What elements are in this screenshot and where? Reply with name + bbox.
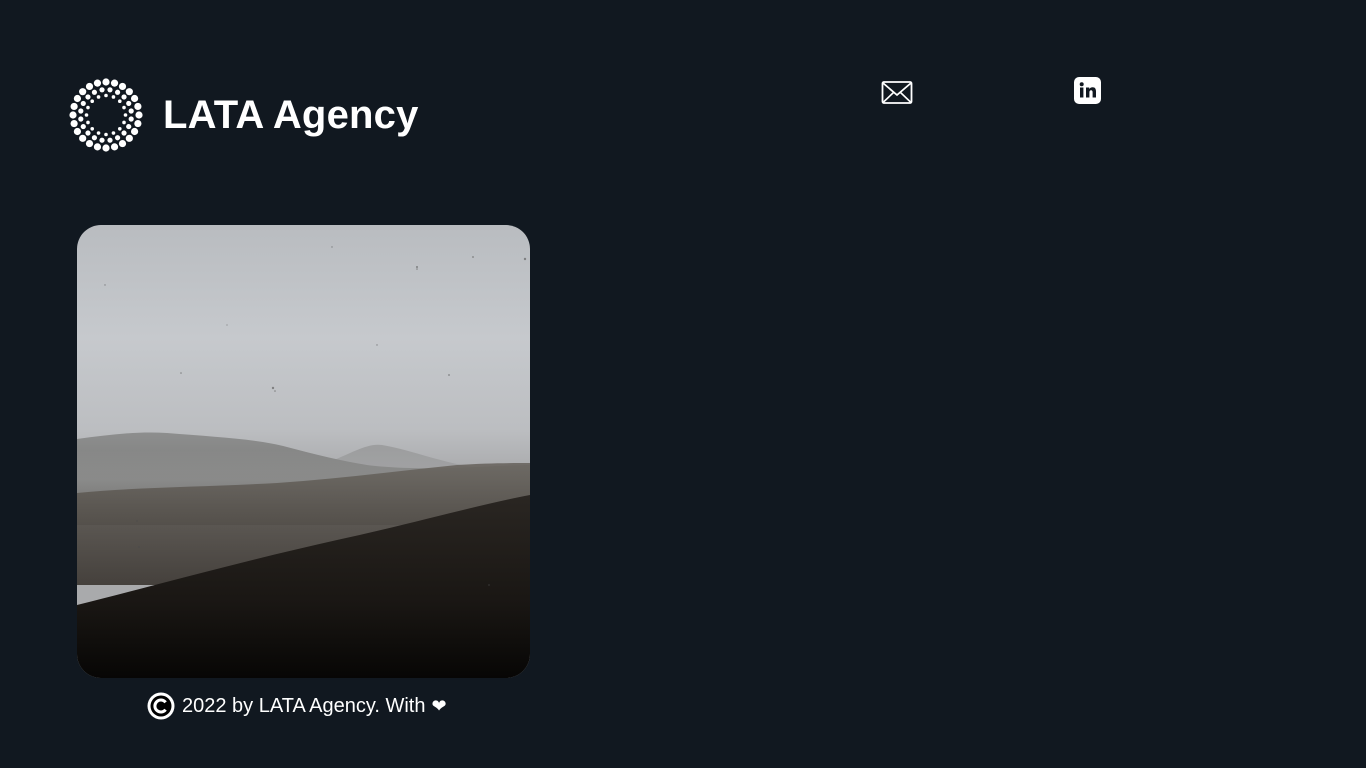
logo-dot xyxy=(126,123,132,130)
logo-dot xyxy=(118,82,127,91)
logo-dot xyxy=(122,105,126,110)
logo-dot xyxy=(122,120,126,125)
logo-dot xyxy=(114,89,121,95)
logo-dot xyxy=(99,137,105,143)
logo-dot xyxy=(90,126,95,131)
logo-dot xyxy=(130,127,139,136)
home-logo-link[interactable]: LATA Agency xyxy=(68,77,419,153)
linkedin-icon xyxy=(1074,77,1101,104)
logo-dot xyxy=(102,144,110,152)
logo-dot xyxy=(125,134,133,142)
logo-dot xyxy=(121,94,127,100)
logo-dot xyxy=(110,143,119,151)
logo-dot xyxy=(79,134,87,142)
logo-dot xyxy=(91,89,98,95)
logo-dot xyxy=(102,78,110,86)
logo-dot xyxy=(126,100,132,107)
logo-dot xyxy=(84,113,89,117)
footer: 2022 by LATA Agency. With ❤ xyxy=(147,692,447,720)
logo-dot xyxy=(90,99,95,104)
logo-dot xyxy=(121,130,127,136)
email-link[interactable] xyxy=(881,80,913,106)
misty-hills-landscape-image xyxy=(77,225,530,678)
logo-dot xyxy=(114,135,121,141)
logo-dot xyxy=(85,82,94,91)
logo-dot xyxy=(128,116,134,122)
logo-dot xyxy=(107,137,113,143)
linkedin-link[interactable] xyxy=(1074,77,1101,104)
logo-dot xyxy=(93,79,102,87)
logo-dot xyxy=(117,99,122,104)
logo-dot xyxy=(91,135,98,141)
envelope-icon xyxy=(881,81,913,104)
logo-dot xyxy=(128,108,134,114)
dotted-sunburst-logo-icon xyxy=(69,78,143,152)
brand-name: LATA Agency xyxy=(163,93,419,137)
logo-dot xyxy=(107,87,113,93)
logo-dot xyxy=(73,127,82,136)
logo-dot xyxy=(79,88,87,96)
logo-dot xyxy=(70,102,78,111)
logo-dot xyxy=(69,111,77,119)
heart-icon: ❤ xyxy=(431,695,447,717)
logo-dot xyxy=(70,119,78,128)
logo-dot xyxy=(78,108,84,114)
logo-dot xyxy=(125,88,133,96)
logo-dot xyxy=(111,95,116,99)
logo-dot xyxy=(85,139,94,148)
logo-dot xyxy=(85,130,91,136)
logo-dot xyxy=(96,95,101,99)
logo-dot xyxy=(134,102,142,111)
logo-dot xyxy=(93,143,102,151)
logo-dot xyxy=(80,123,86,130)
logo-dot xyxy=(99,87,105,93)
logo-dot xyxy=(80,100,86,107)
logo-dot xyxy=(135,111,143,119)
logo-dot xyxy=(86,105,90,110)
logo-dot xyxy=(134,119,142,128)
logo-dot xyxy=(130,94,139,103)
hero-image xyxy=(77,225,530,678)
logo-dot xyxy=(118,139,127,148)
logo-dot xyxy=(117,126,122,131)
logo-dot xyxy=(104,93,108,98)
logo-dot xyxy=(86,120,90,125)
logo-dot xyxy=(110,79,119,87)
copyright-icon xyxy=(147,692,175,720)
logo-dot xyxy=(78,116,84,122)
page: LATA Agency 2022 by LATA Agency. With ❤ xyxy=(0,0,1366,768)
logo-dot xyxy=(123,113,128,117)
footer-text: 2022 by LATA Agency. With xyxy=(182,694,426,717)
logo-dot xyxy=(111,131,116,135)
logo-dot xyxy=(85,94,91,100)
logo-dot xyxy=(96,131,101,135)
logo-dot xyxy=(73,94,82,103)
logo-dot xyxy=(104,132,108,137)
